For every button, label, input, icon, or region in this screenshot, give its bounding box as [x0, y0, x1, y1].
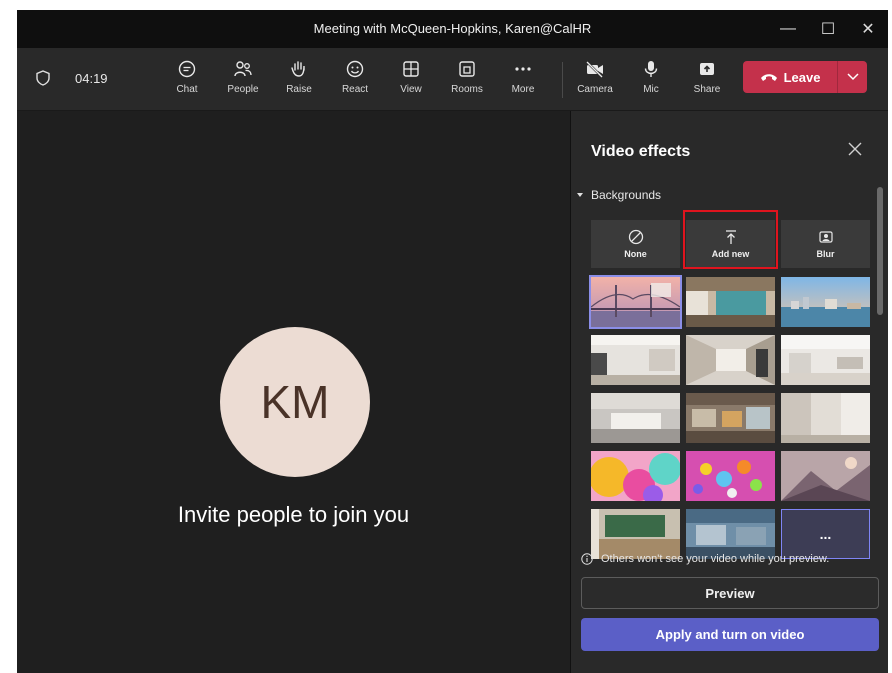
phone-hangup-icon [760, 74, 777, 81]
avatar: KM [220, 327, 370, 477]
chat-button[interactable]: Chat [164, 56, 210, 104]
leave-button[interactable]: Leave [743, 61, 867, 93]
leave-main[interactable]: Leave [743, 61, 837, 93]
background-thumbnail-office-teal[interactable] [686, 277, 775, 327]
more-label: More [511, 84, 535, 95]
background-thumbnail-confetti[interactable] [686, 451, 775, 501]
background-thumbnail-bright-room[interactable] [591, 335, 680, 385]
background-thumbnail-minimal-wall[interactable] [781, 393, 870, 443]
raise-label: Raise [286, 84, 312, 95]
background-thumbnail-white-loft[interactable] [781, 335, 870, 385]
people-label: People [227, 84, 259, 95]
title-bar: Meeting with McQueen-Hopkins, Karen@CalH… [17, 10, 888, 48]
rooms-icon [459, 61, 475, 77]
grid-icon [403, 61, 419, 77]
people-icon [234, 61, 252, 77]
close-window-button[interactable]: ✕ [848, 10, 888, 48]
share-icon [700, 63, 714, 75]
close-icon [848, 142, 862, 156]
leave-options-button[interactable] [838, 73, 867, 81]
background-thumbnail-open-office[interactable] [686, 393, 775, 443]
blur-label: Blur [816, 249, 835, 259]
view-label: View [400, 84, 422, 95]
mic-button[interactable]: Mic [628, 56, 674, 104]
teams-meeting-window: Meeting with McQueen-Hopkins, Karen@CalH… [17, 10, 888, 673]
raise-hand-button[interactable]: Raise [276, 56, 322, 104]
mic-icon [644, 61, 658, 77]
blur-icon [818, 231, 833, 243]
add-new-highlight-box [683, 210, 778, 269]
none-icon [628, 229, 643, 245]
apply-and-turn-on-video-button[interactable]: Apply and turn on video [581, 618, 879, 651]
more-backgrounds-button[interactable]: ... [781, 509, 870, 559]
background-thumbnail-coast-city[interactable] [781, 277, 870, 327]
meeting-stage: KM Invite people to join you [17, 111, 570, 673]
ellipsis-icon [515, 67, 531, 71]
view-button[interactable]: View [388, 56, 434, 104]
hand-icon [291, 61, 305, 77]
meeting-toolbar: 04:19 Chat People Raise React View Rooms… [17, 48, 888, 111]
camera-off-icon [586, 61, 603, 78]
panel-title: Video effects [591, 143, 691, 160]
invite-text: Invite people to join you [177, 502, 410, 527]
preview-button[interactable]: Preview [581, 577, 879, 609]
background-thumbnail-classroom[interactable] [591, 509, 680, 559]
background-thumbnail-abstract-landscape[interactable] [781, 451, 870, 501]
preview-note-text: Others won't see your video while you pr… [601, 553, 830, 565]
preview-note: Others won't see your video while you pr… [581, 553, 829, 565]
toolbar-divider [562, 62, 563, 98]
background-thumbnail-hallway[interactable] [686, 335, 775, 385]
minimize-button[interactable]: — [768, 10, 808, 48]
meeting-timer: 04:19 [75, 71, 108, 86]
video-effects-panel: Video effects Backgrounds None Add new B… [570, 111, 888, 673]
leave-label: Leave [783, 69, 821, 85]
chat-icon [178, 60, 196, 78]
camera-label: Camera [577, 84, 613, 95]
smiley-icon [346, 60, 364, 78]
more-button[interactable]: More [500, 56, 546, 104]
background-thumbnail-bridge[interactable] [589, 275, 682, 329]
none-label: None [624, 249, 647, 259]
share-label: Share [693, 84, 721, 95]
backgrounds-heading: Backgrounds [591, 188, 662, 202]
close-panel-button[interactable] [843, 137, 867, 161]
rooms-button[interactable]: Rooms [444, 56, 490, 104]
background-thumbnail-lobby[interactable] [686, 509, 775, 559]
react-button[interactable]: React [332, 56, 378, 104]
people-button[interactable]: People [220, 56, 266, 104]
chat-label: Chat [176, 84, 198, 95]
chevron-down-icon [846, 73, 859, 81]
camera-button[interactable]: Camera [572, 56, 618, 104]
background-thumbnail-balloons[interactable] [591, 451, 680, 501]
share-button[interactable]: Share [684, 56, 730, 104]
info-icon [581, 553, 593, 565]
backgrounds-section-toggle[interactable]: Backgrounds [577, 188, 661, 202]
react-label: React [341, 84, 369, 95]
rooms-label: Rooms [451, 84, 483, 95]
caret-down-icon [577, 193, 583, 197]
shield-icon[interactable] [35, 70, 51, 86]
mic-label: Mic [643, 84, 659, 95]
panel-scrollbar[interactable] [877, 187, 883, 315]
background-blur-option[interactable]: Blur [781, 220, 870, 268]
background-thumbnail-studio[interactable] [591, 393, 680, 443]
maximize-button[interactable]: ☐ [808, 10, 848, 48]
background-none-option[interactable]: None [591, 220, 680, 268]
window-title: Meeting with McQueen-Hopkins, Karen@CalH… [313, 21, 592, 36]
